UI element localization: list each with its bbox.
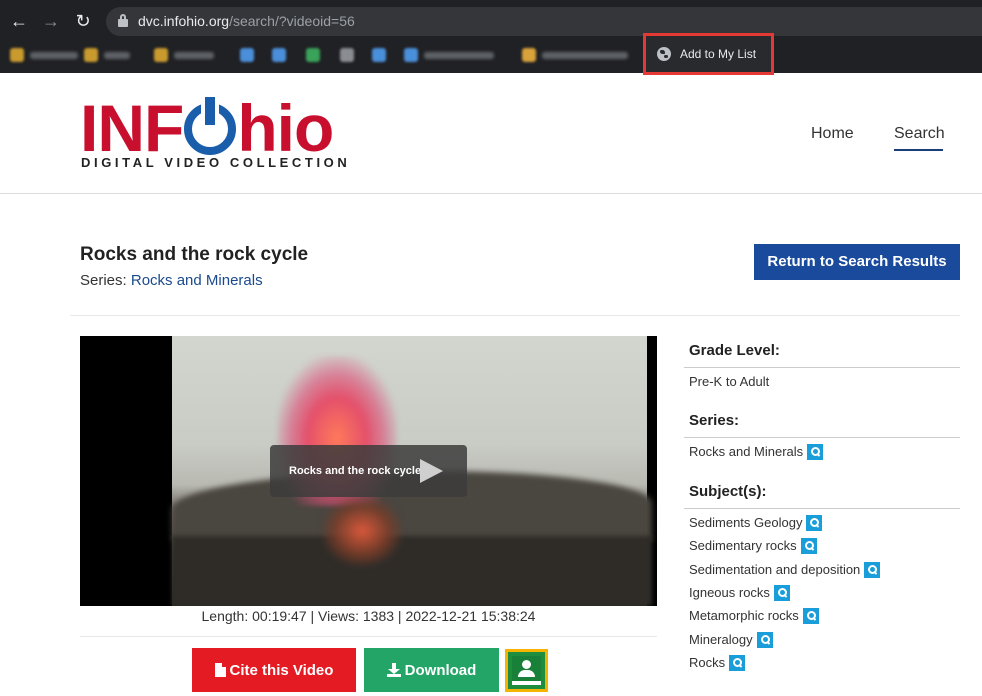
nav-home[interactable]: Home [811, 125, 854, 143]
play-icon[interactable] [420, 459, 443, 483]
overlay-title: Rocks and the rock cycle [289, 465, 422, 477]
cite-video-button[interactable]: Cite this Video [192, 648, 356, 692]
search-icon[interactable] [800, 538, 817, 554]
search-icon[interactable] [806, 515, 823, 531]
tooltip-label: Add to My List [680, 47, 757, 61]
globe-icon [657, 47, 671, 61]
address-bar[interactable]: dvc.infohio.org/search/?videoid=56 [106, 7, 982, 36]
google-classroom-button[interactable] [505, 649, 548, 692]
document-icon [214, 662, 226, 677]
subject-item: Sediments Geology [689, 515, 823, 531]
nav-search[interactable]: Search [894, 125, 945, 143]
divider [80, 636, 657, 637]
infohio-logo[interactable]: INF hio DIGITAL VIDEO COLLECTION [80, 95, 350, 175]
subjects-heading: Subject(s): [689, 483, 767, 500]
download-icon [386, 662, 401, 677]
search-icon[interactable] [729, 655, 746, 671]
active-nav-underline [894, 149, 943, 151]
search-icon[interactable] [807, 444, 824, 460]
subject-item: Metamorphic rocks [689, 608, 819, 624]
divider [684, 437, 960, 438]
subject-item: Sedimentation and deposition [689, 562, 881, 578]
search-icon[interactable] [864, 562, 881, 578]
series-value: Rocks and Minerals [689, 444, 824, 460]
url-text[interactable]: dvc.infohio.org/search/?videoid=56 [138, 13, 355, 29]
series-link[interactable]: Rocks and Minerals [131, 272, 263, 289]
return-to-search-button[interactable]: Return to Search Results [754, 244, 960, 280]
download-button[interactable]: Download [364, 648, 499, 692]
browser-chrome: ← → ↻ dvc.infohio.org/search/?videoid=56 [0, 0, 982, 73]
video-meta: Length: 00:19:47 | Views: 1383 | 2022-12… [201, 608, 536, 624]
subject-item: Igneous rocks [689, 585, 790, 601]
forward-arrow-icon[interactable]: → [41, 11, 61, 31]
search-icon[interactable] [756, 632, 773, 648]
divider [684, 367, 960, 368]
logo-subtitle: DIGITAL VIDEO COLLECTION [81, 155, 351, 170]
subject-item: Mineralogy [689, 632, 773, 648]
search-icon[interactable] [802, 608, 819, 624]
grade-level-heading: Grade Level: [689, 342, 780, 359]
grade-level-value: Pre-K to Adult [689, 374, 770, 389]
subject-item: Rocks [689, 655, 746, 671]
series-heading: Series: [689, 412, 740, 429]
page-title: Rocks and the rock cycle [80, 244, 309, 265]
search-icon[interactable] [773, 585, 790, 601]
subject-item: Sedimentary rocks [689, 538, 817, 554]
play-overlay[interactable]: Rocks and the rock cycle [270, 445, 467, 497]
site-header: INF hio DIGITAL VIDEO COLLECTION Home Sea… [0, 73, 982, 194]
divider [684, 508, 960, 509]
bookmarks-bar [0, 38, 982, 72]
power-icon [184, 103, 237, 155]
reload-icon[interactable]: ↻ [73, 11, 93, 31]
back-arrow-icon[interactable]: ← [9, 11, 29, 31]
lock-icon [118, 14, 128, 27]
series-line: Series: Rocks and Minerals [80, 272, 263, 289]
divider [70, 315, 960, 316]
add-to-list-tooltip[interactable]: Add to My List [643, 33, 774, 75]
